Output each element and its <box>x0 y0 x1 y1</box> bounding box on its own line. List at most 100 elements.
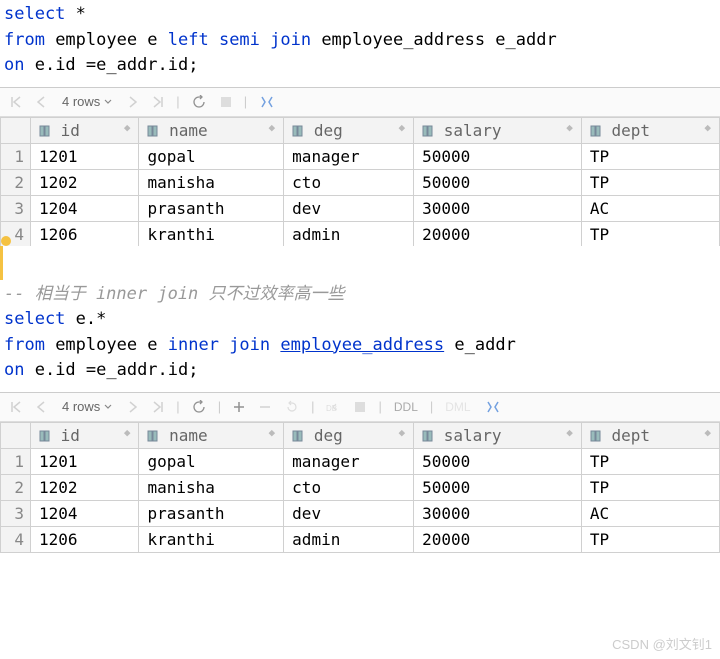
column-label: salary <box>444 121 502 140</box>
table-row[interactable]: 11201gopalmanager50000TP <box>1 448 720 474</box>
keyword: on <box>4 55 24 75</box>
compare-icon[interactable] <box>257 93 277 111</box>
cell-name[interactable]: gopal <box>139 448 284 474</box>
refresh-icon[interactable] <box>190 93 208 111</box>
table-link[interactable]: employee_address <box>280 335 444 355</box>
keyword: select <box>4 309 65 329</box>
table-row[interactable]: 11201gopalmanager50000TP <box>1 143 720 169</box>
sql-text: employee e <box>45 30 168 50</box>
prev-page-icon[interactable] <box>34 94 48 110</box>
stop-icon[interactable] <box>352 399 368 415</box>
cell-salary[interactable]: 50000 <box>414 448 582 474</box>
table-row[interactable]: 41206kranthiadmin20000TP <box>1 526 720 552</box>
sort-icon: ◆ <box>398 426 405 439</box>
compare-icon[interactable] <box>483 398 503 416</box>
last-page-icon[interactable] <box>150 399 166 415</box>
row-count-dropdown[interactable]: 4 rows <box>58 93 116 110</box>
cell-dept[interactable]: TP <box>581 448 719 474</box>
watermark: CSDN @刘文钊1 <box>612 634 712 653</box>
remove-row-icon[interactable] <box>257 399 273 415</box>
intention-bulb-icon[interactable] <box>0 246 720 264</box>
cell-salary[interactable]: 20000 <box>414 221 582 247</box>
column-header-name[interactable]: name◆ <box>139 422 284 448</box>
sort-icon: ◆ <box>704 121 711 134</box>
cell-id[interactable]: 1201 <box>31 143 139 169</box>
table-row[interactable]: 31204prasanthdev30000AC <box>1 500 720 526</box>
cell-dept[interactable]: AC <box>581 500 719 526</box>
cell-deg[interactable]: dev <box>284 195 414 221</box>
revert-icon[interactable] <box>283 398 301 416</box>
column-header-salary[interactable]: salary◆ <box>414 422 582 448</box>
column-header-dept[interactable]: dept ◆ <box>581 117 719 143</box>
ddl-button[interactable]: DDL <box>392 398 420 416</box>
keyword: from <box>4 335 45 355</box>
column-header-salary[interactable]: salary◆ <box>414 117 582 143</box>
cell-deg[interactable]: manager <box>284 143 414 169</box>
cell-dept[interactable]: TP <box>581 474 719 500</box>
table-row[interactable]: 41206kranthiadmin20000TP <box>1 221 720 247</box>
chevron-down-icon <box>104 99 112 105</box>
column-header-deg[interactable]: deg◆ <box>284 117 414 143</box>
rownum-cell: 3 <box>1 500 31 526</box>
cell-dept[interactable]: TP <box>581 143 719 169</box>
commit-icon[interactable]: DB <box>324 398 342 416</box>
cell-dept[interactable]: TP <box>581 526 719 552</box>
cell-dept[interactable]: AC <box>581 195 719 221</box>
cell-salary[interactable]: 30000 <box>414 195 582 221</box>
column-label: dept <box>611 121 650 140</box>
cell-id[interactable]: 1202 <box>31 169 139 195</box>
cell-id[interactable]: 1206 <box>31 221 139 247</box>
row-count-dropdown[interactable]: 4 rows <box>58 398 116 415</box>
column-header-id[interactable]: id◆ <box>31 117 139 143</box>
cell-salary[interactable]: 50000 <box>414 143 582 169</box>
stop-icon[interactable] <box>218 94 234 110</box>
cell-name[interactable]: gopal <box>139 143 284 169</box>
column-header-dept[interactable]: dept◆ <box>581 422 719 448</box>
cell-deg[interactable]: dev <box>284 500 414 526</box>
last-page-icon[interactable] <box>150 94 166 110</box>
separator: | <box>176 94 179 109</box>
cell-dept[interactable]: TP <box>581 169 719 195</box>
cell-dept[interactable]: TP <box>581 221 719 247</box>
cell-id[interactable]: 1201 <box>31 448 139 474</box>
cell-salary[interactable]: 20000 <box>414 526 582 552</box>
cell-deg[interactable]: manager <box>284 448 414 474</box>
cell-name[interactable]: prasanth <box>139 500 284 526</box>
table-row[interactable]: 21202manishacto50000TP <box>1 169 720 195</box>
rownum-header <box>1 422 31 448</box>
cell-name[interactable]: prasanth <box>139 195 284 221</box>
cell-id[interactable]: 1206 <box>31 526 139 552</box>
refresh-icon[interactable] <box>190 398 208 416</box>
dml-button[interactable]: DML <box>443 398 472 416</box>
next-page-icon[interactable] <box>126 94 140 110</box>
column-icon <box>39 430 51 442</box>
column-header-id[interactable]: id◆ <box>31 422 139 448</box>
cell-name[interactable]: manisha <box>139 169 284 195</box>
next-page-icon[interactable] <box>126 399 140 415</box>
cell-name[interactable]: kranthi <box>139 221 284 247</box>
table-row[interactable]: 31204prasanthdev30000AC <box>1 195 720 221</box>
cell-salary[interactable]: 30000 <box>414 500 582 526</box>
cell-id[interactable]: 1204 <box>31 500 139 526</box>
cell-deg[interactable]: cto <box>284 169 414 195</box>
sql-text: e_addr <box>444 335 516 355</box>
first-page-icon[interactable] <box>8 94 24 110</box>
column-header-name[interactable]: name◆ <box>139 117 284 143</box>
cell-deg[interactable]: admin <box>284 221 414 247</box>
cell-id[interactable]: 1204 <box>31 195 139 221</box>
cell-salary[interactable]: 50000 <box>414 474 582 500</box>
cell-salary[interactable]: 50000 <box>414 169 582 195</box>
add-row-icon[interactable] <box>231 399 247 415</box>
cell-deg[interactable]: cto <box>284 474 414 500</box>
cell-name[interactable]: kranthi <box>139 526 284 552</box>
sql-text: employee e <box>45 335 168 355</box>
column-icon <box>590 430 602 442</box>
cell-id[interactable]: 1202 <box>31 474 139 500</box>
table-row[interactable]: 21202manishacto50000TP <box>1 474 720 500</box>
cell-deg[interactable]: admin <box>284 526 414 552</box>
first-page-icon[interactable] <box>8 399 24 415</box>
prev-page-icon[interactable] <box>34 399 48 415</box>
column-label: id <box>61 121 80 140</box>
column-header-deg[interactable]: deg◆ <box>284 422 414 448</box>
cell-name[interactable]: manisha <box>139 474 284 500</box>
